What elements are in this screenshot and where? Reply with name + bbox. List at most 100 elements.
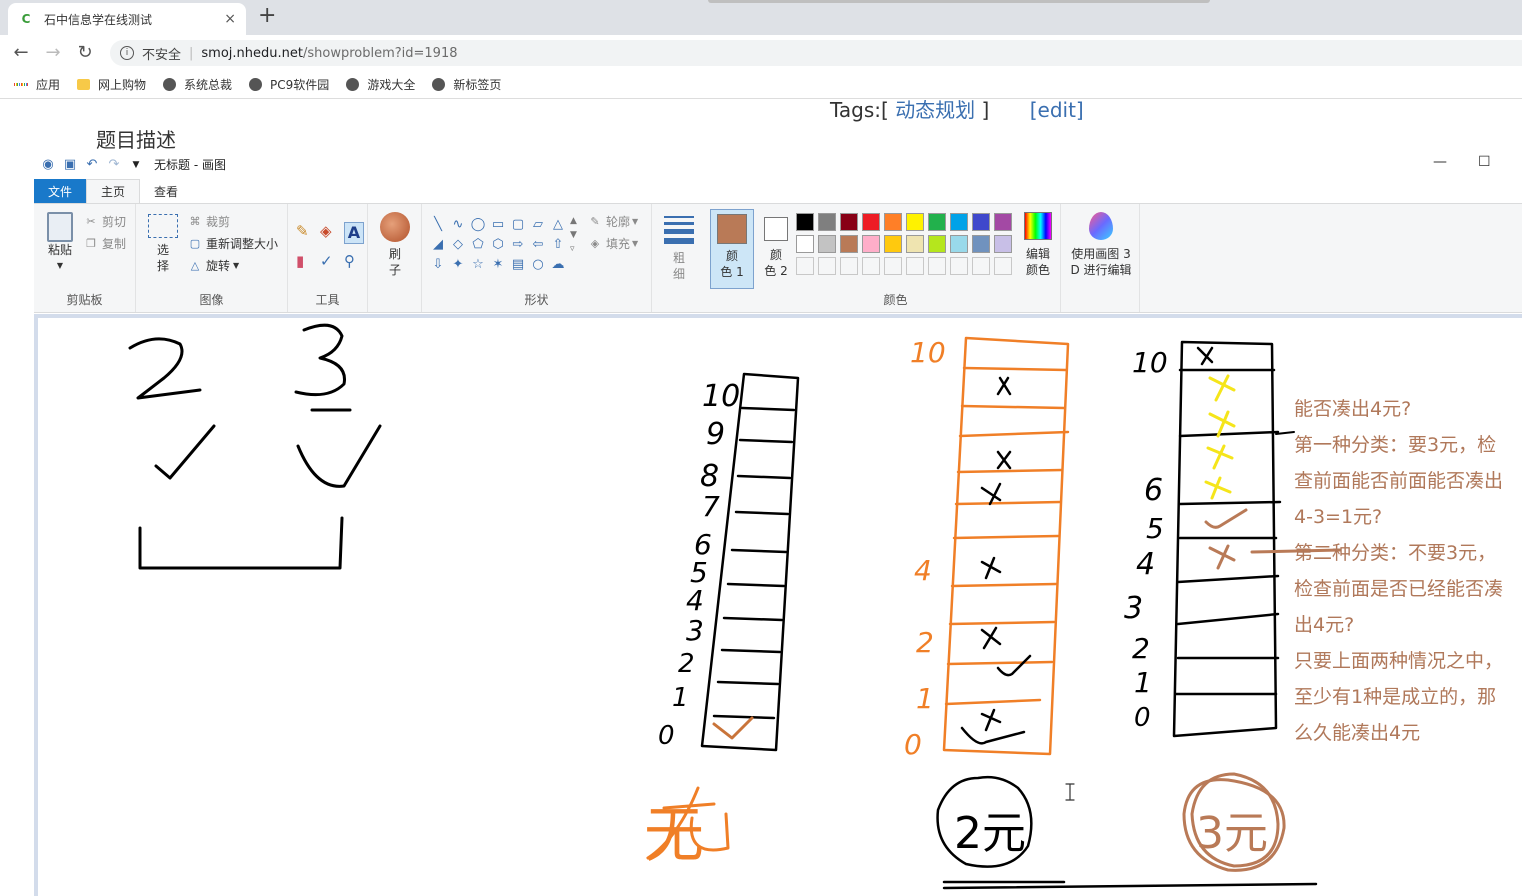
- pentagon-shape-icon[interactable]: ⬠: [468, 234, 488, 254]
- bookmark-system[interactable]: 系统总裁: [162, 76, 232, 93]
- color-swatch[interactable]: [884, 235, 902, 253]
- color-swatch[interactable]: [972, 213, 990, 231]
- color-swatch[interactable]: [972, 235, 990, 253]
- text-tool-icon[interactable]: A: [344, 222, 364, 244]
- copy-button[interactable]: ❐ 复制: [84, 232, 126, 254]
- color-swatch[interactable]: [950, 213, 968, 231]
- rectangle-shape-icon[interactable]: ▭: [488, 214, 508, 234]
- left-arrow-shape-icon[interactable]: ⇦: [528, 234, 548, 254]
- edit-colors-button[interactable]: 编辑 颜色: [1018, 212, 1058, 278]
- color-swatch[interactable]: [884, 257, 902, 275]
- triangle-shape-icon[interactable]: △: [548, 214, 568, 234]
- drawing-canvas[interactable]: 10 9 8 7 6 5 4 3 2 1 0 10 4 2 1 0 10 6 5…: [38, 318, 1522, 896]
- five-star-shape-icon[interactable]: ☆: [468, 254, 488, 274]
- color-swatch[interactable]: [994, 213, 1012, 231]
- fill-bucket-icon[interactable]: ◈: [320, 222, 344, 252]
- color-swatch[interactable]: [840, 235, 858, 253]
- color-swatch[interactable]: [994, 235, 1012, 253]
- diamond-shape-icon[interactable]: ◇: [448, 234, 468, 254]
- minimize-icon[interactable]: —: [1433, 154, 1447, 170]
- line-shape-icon[interactable]: ╲: [428, 214, 448, 234]
- up-arrow-shape-icon[interactable]: ⇧: [548, 234, 568, 254]
- oval-shape-icon[interactable]: ◯: [468, 214, 488, 234]
- tab-close-icon[interactable]: ×: [224, 11, 236, 27]
- tab-home[interactable]: 主页: [86, 179, 141, 203]
- color-swatch[interactable]: [862, 235, 880, 253]
- cloud-shape-icon[interactable]: ☁: [548, 254, 568, 274]
- color-swatch[interactable]: [928, 257, 946, 275]
- new-tab-button[interactable]: +: [258, 5, 276, 27]
- four-star-shape-icon[interactable]: ✦: [448, 254, 468, 274]
- redo-icon[interactable]: ↷: [106, 157, 122, 173]
- cut-button[interactable]: ✂ 剪切: [84, 210, 126, 232]
- edit-link[interactable]: [edit]: [1030, 98, 1084, 122]
- down-arrow-shape-icon[interactable]: ⇩: [428, 254, 448, 274]
- color-swatch[interactable]: [796, 235, 814, 253]
- customize-quick-access-icon[interactable]: ▼: [128, 157, 144, 173]
- color1-button[interactable]: 颜 色 1: [710, 209, 754, 289]
- shapes-gallery[interactable]: ╲ ∿ ◯ ▭ ▢ ▱ △ ◢ ◇ ⬠ ⬡ ⇨ ⇦ ⇧ ⇩ ✦ ☆ ✶ ▤ ○ …: [428, 214, 568, 274]
- browser-tab[interactable]: C 石中信息学在线测试 ×: [8, 3, 246, 35]
- color-palette[interactable]: [794, 211, 1014, 277]
- bookmark-apps[interactable]: 应用: [13, 76, 60, 93]
- outline-button[interactable]: ✎ 轮廓 ▼: [588, 210, 638, 232]
- color-picker-icon[interactable]: ✓: [320, 252, 344, 282]
- reload-icon[interactable]: ↻: [74, 41, 96, 63]
- tab-view[interactable]: 查看: [140, 179, 192, 203]
- bookmark-pc9[interactable]: PC9软件园: [248, 76, 329, 93]
- color-swatch[interactable]: [818, 257, 836, 275]
- rounded-rect-shape-icon[interactable]: ▢: [508, 214, 528, 234]
- six-star-shape-icon[interactable]: ✶: [488, 254, 508, 274]
- rotate-button[interactable]: △ 旋转 ▼: [188, 254, 239, 276]
- right-triangle-shape-icon[interactable]: ◢: [428, 234, 448, 254]
- save-icon[interactable]: ▣: [62, 157, 78, 173]
- brushes-button[interactable]: 刷 子: [376, 212, 414, 278]
- right-arrow-shape-icon[interactable]: ⇨: [508, 234, 528, 254]
- color-swatch[interactable]: [994, 257, 1012, 275]
- polygon-shape-icon[interactable]: ▱: [528, 214, 548, 234]
- resize-button[interactable]: ▢ 重新调整大小: [188, 232, 278, 254]
- callout-rect-shape-icon[interactable]: ▤: [508, 254, 528, 274]
- paste-button[interactable]: 粘贴 ▼: [42, 212, 78, 274]
- color-swatch[interactable]: [840, 257, 858, 275]
- color2-button[interactable]: 颜 色 2: [758, 213, 794, 279]
- callout-oval-shape-icon[interactable]: ○: [528, 254, 548, 274]
- color-swatch[interactable]: [972, 257, 990, 275]
- tag-link[interactable]: 动态规划: [895, 98, 975, 122]
- select-button[interactable]: 选 择: [146, 214, 180, 274]
- curve-shape-icon[interactable]: ∿: [448, 214, 468, 234]
- undo-icon[interactable]: ↶: [84, 157, 100, 173]
- tab-file[interactable]: 文件: [34, 179, 87, 203]
- paint3d-button[interactable]: 使用画图 3 D 进行编辑: [1065, 212, 1137, 278]
- color-swatch[interactable]: [906, 213, 924, 231]
- color-swatch[interactable]: [906, 257, 924, 275]
- color-swatch[interactable]: [950, 257, 968, 275]
- color-swatch[interactable]: [818, 235, 836, 253]
- bookmark-games[interactable]: 游戏大全: [345, 76, 415, 93]
- pencil-icon[interactable]: ✎: [296, 222, 320, 252]
- magnifier-icon[interactable]: ⚲: [344, 252, 368, 282]
- size-button[interactable]: 粗 细: [662, 212, 696, 282]
- color-swatch[interactable]: [796, 257, 814, 275]
- color-swatch[interactable]: [862, 213, 880, 231]
- color-swatch[interactable]: [818, 213, 836, 231]
- color-swatch[interactable]: [884, 213, 902, 231]
- color-swatch[interactable]: [928, 235, 946, 253]
- forward-arrow-icon[interactable]: →: [42, 41, 64, 63]
- crop-button[interactable]: ⌘ 裁剪: [188, 210, 231, 232]
- hexagon-shape-icon[interactable]: ⬡: [488, 234, 508, 254]
- color-swatch[interactable]: [840, 213, 858, 231]
- eraser-icon[interactable]: ▮: [296, 252, 320, 282]
- bookmark-newtab[interactable]: 新标签页: [431, 76, 501, 93]
- maximize-icon[interactable]: ☐: [1478, 154, 1491, 170]
- color-swatch[interactable]: [862, 257, 880, 275]
- info-icon[interactable]: i: [120, 46, 134, 60]
- color-swatch[interactable]: [928, 213, 946, 231]
- fill-button[interactable]: ◈ 填充 ▼: [588, 232, 638, 254]
- color-swatch[interactable]: [906, 235, 924, 253]
- color-swatch[interactable]: [950, 235, 968, 253]
- shapes-scroll[interactable]: ▲ ▼ ▿: [570, 214, 577, 256]
- address-bar[interactable]: i 不安全 | smoj.nhedu.net /showproblem?id=1…: [110, 40, 1522, 66]
- back-arrow-icon[interactable]: ←: [10, 41, 32, 63]
- color-swatch[interactable]: [796, 213, 814, 231]
